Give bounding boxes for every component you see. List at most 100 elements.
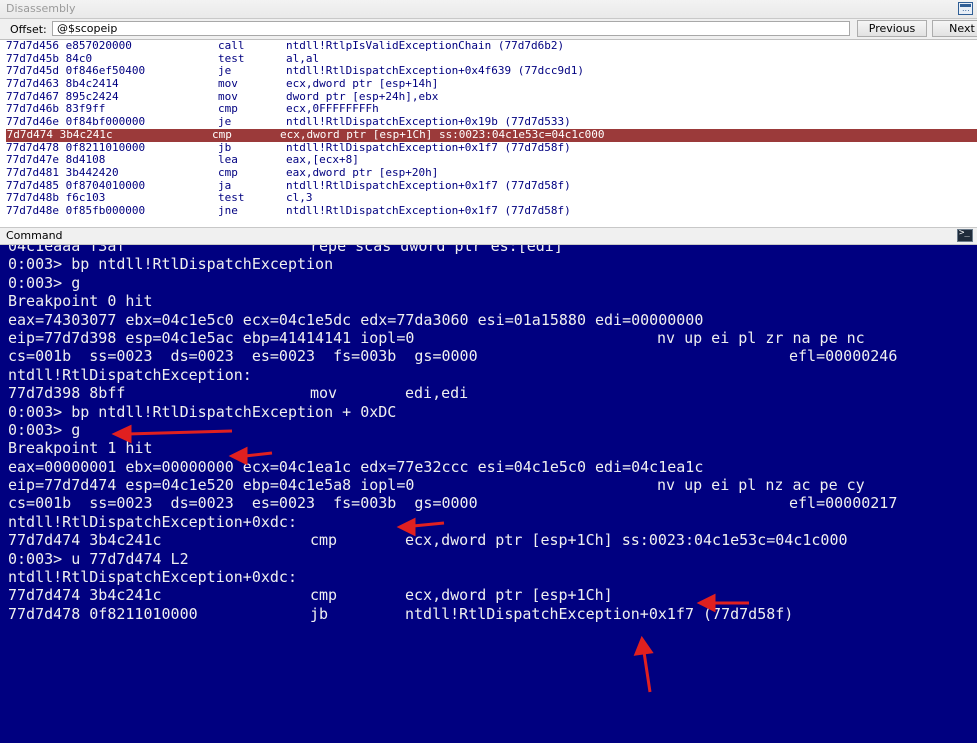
command-text: repe scas dword ptr es:[edi] (310, 245, 563, 255)
command-text: 0:003> g (8, 273, 81, 292)
command-line: eax=00000001 ebx=00000000 ecx=04c1ea1c e… (0, 458, 977, 476)
command-text: mov (310, 384, 338, 403)
command-line: 77d7d398 8bff mov edi,edi (0, 384, 977, 402)
disassembly-address: 77d7d46e 0f84bf000000 (6, 115, 146, 129)
disassembly-mnemonic: jne (218, 203, 238, 216)
offset-input[interactable] (52, 21, 850, 36)
command-text: 0:003> bp ntdll!RtlDispatchException (8, 255, 334, 274)
command-text: eax=00000001 ebx=00000000 ecx=04c1ea1c e… (8, 457, 704, 476)
command-text: Breakpoint 1 hit (8, 439, 153, 458)
command-text: cmp (310, 531, 338, 550)
command-window: Command 04c1eaaa f3af repe scas dword ptr… (0, 227, 977, 743)
disassembly-address: 77d7d481 3b442420 (6, 165, 119, 179)
disassembly-title: Disassembly (6, 2, 76, 15)
command-line: ntdll!RtlDispatchException+0xdc: (0, 568, 977, 586)
command-text: ntdll!RtlDispatchException+0xdc: (8, 568, 297, 587)
command-text: ntdll!RtlDispatchException+0x1f7 (77d7d5… (405, 604, 794, 623)
command-line: Breakpoint 0 hit (0, 292, 977, 310)
command-text: 77d7d474 3b4c241c (8, 586, 162, 605)
disassembly-row[interactable]: 77d7d47e 8d4108 lea eax,[ecx+8] (6, 153, 977, 167)
command-text: Breakpoint 0 hit (8, 292, 153, 311)
command-line: 0:003> bp ntdll!RtlDispatchException (0, 255, 977, 273)
command-text: 77d7d478 0f8211010000 (8, 604, 198, 623)
disassembly-operand: eax,[ecx+8] (286, 153, 359, 167)
disassembly-operand: ecx,dword ptr [esp+14h] (286, 77, 439, 91)
command-text: eip=77d7d474 esp=04c1e520 ebp=04c1e5a8 i… (8, 476, 415, 495)
command-output[interactable]: 04c1eaaa f3af repe scas dword ptr es:[edi… (0, 245, 977, 743)
command-text: eip=77d7d398 esp=04c1e5ac ebp=41414141 i… (8, 328, 415, 347)
disassembly-mnemonic: cmp (212, 127, 232, 141)
disassembly-address: 77d7d463 8b4c2414 (6, 77, 119, 91)
command-text: 04c1eaaa f3af (8, 245, 126, 255)
disassembly-operand: eax,dword ptr [esp+20h] (286, 165, 439, 179)
disassembly-row[interactable]: 77d7d46e 0f84bf000000 je ntdll!RtlDispatch… (6, 115, 977, 129)
command-line: 77d7d478 0f8211010000 jb ntdll!RtlDispatch… (0, 605, 977, 623)
command-line: 0:003> g (0, 421, 977, 439)
disassembly-operand: ntdll!RtlDispatchException+0x1f7 (77d7d5… (286, 178, 571, 192)
next-button[interactable]: Next (932, 20, 977, 37)
disassembly-row[interactable]: 77d7d456 e857020000 call ntdll!RtlpIsValid… (6, 40, 977, 53)
command-text: 77d7d398 8bff (8, 384, 126, 403)
disassembly-row[interactable]: 77d7d485 0f8704010000 ja ntdll!RtlDispatch… (6, 178, 977, 193)
command-text: 0:003> u 77d7d474 L2 (8, 549, 189, 568)
disassembly-address: 77d7d456 e857020000 (6, 40, 132, 52)
command-line: ntdll!RtlDispatchException+0xdc: (0, 513, 977, 531)
disassembly-row-current[interactable]: 77d7d474 3b4c241c cmp ecx,dword ptr [esp+1… (6, 127, 977, 142)
command-text: eax=74303077 ebx=04c1e5c0 ecx=04c1e5dc e… (8, 310, 704, 329)
disassembly-mnemonic: lea (218, 153, 238, 167)
command-line: 0:003> bp ntdll!RtlDispatchException + 0… (0, 403, 977, 421)
disassembly-mnemonic: call (218, 40, 245, 52)
disassembly-toolbar: Offset: Previous Next (0, 19, 977, 40)
command-text: ecx,dword ptr [esp+1Ch] ss:0023:04c1e53c… (405, 531, 848, 550)
command-text: ecx,dword ptr [esp+1Ch] (405, 586, 613, 605)
command-line: 04c1eaaa f3af repe scas dword ptr es:[edi… (0, 245, 977, 255)
disassembly-address: 77d7d474 3b4c241c (6, 127, 113, 141)
command-text: jb (310, 604, 329, 623)
disassembly-row[interactable]: 77d7d478 0f8211010000 jb ntdll!RtlDispatch… (6, 141, 977, 155)
command-line: eip=77d7d474 esp=04c1e520 ebp=04c1e5a8 i… (0, 476, 977, 494)
command-line: eax=74303077 ebx=04c1e5c0 ecx=04c1e5dc e… (0, 311, 977, 329)
command-line: 0:003> u 77d7d474 L2 (0, 550, 977, 568)
disassembly-address: 77d7d47e 8d4108 (6, 153, 106, 167)
console-icon[interactable] (957, 228, 973, 242)
command-line: 77d7d474 3b4c241c cmp ecx,dword ptr [esp+1… (0, 531, 977, 549)
command-text: efl=00000246 (789, 347, 898, 366)
disassembly-listing[interactable]: 77d7d456 e857020000 call ntdll!RtlpIsValid… (6, 40, 977, 216)
window-menu-icon[interactable] (958, 2, 973, 15)
command-line: 0:003> g (0, 274, 977, 292)
disassembly-row[interactable]: 77d7d467 895c2424 mov dword ptr [esp+24h],… (6, 90, 977, 104)
disassembly-address: 77d7d48e 0f85fb000000 (6, 203, 146, 216)
disassembly-operand: ntdll!RtlpIsValidExceptionChain (77d7d6b… (286, 40, 565, 52)
command-text: cs=001b ss=0023 ds=0023 es=0023 fs=003b … (8, 494, 478, 513)
command-text: efl=00000217 (789, 494, 898, 513)
disassembly-mnemonic: cmp (218, 165, 238, 179)
command-text: cs=001b ss=0023 ds=0023 es=0023 fs=003b … (8, 347, 478, 366)
disassembly-row[interactable]: 77d7d481 3b442420 cmp eax,dword ptr [esp+2… (6, 165, 977, 180)
command-text: nv up ei pl zr na pe nc (657, 328, 865, 347)
disassembly-mnemonic: mov (218, 77, 238, 91)
command-text: nv up ei pl nz ac pe cy (657, 476, 865, 495)
disassembly-row[interactable]: 77d7d463 8b4c2414 mov ecx,dword ptr [esp+1… (6, 77, 977, 91)
command-titlebar: Command (0, 228, 977, 245)
command-text: cmp (310, 586, 338, 605)
disassembly-operand: ntdll!RtlDispatchException+0x1f7 (77d7d5… (286, 203, 571, 216)
command-text: ntdll!RtlDispatchException: (8, 365, 252, 384)
command-text: 0:003> bp ntdll!RtlDispatchException + 0… (8, 402, 397, 421)
command-text: edi,edi (405, 384, 469, 403)
disassembly-window: Disassembly Offset: Previous Next 77d7d4… (0, 0, 977, 216)
disassembly-row[interactable]: 77d7d48e 0f85fb000000 jne ntdll!RtlDispatc… (6, 203, 977, 216)
offset-label: Offset: (10, 23, 47, 36)
disassembly-operand: ecx,dword ptr [esp+1Ch] ss:0023:04c1e53c… (280, 127, 605, 141)
command-line: Breakpoint 1 hit (0, 439, 977, 457)
command-line: eip=77d7d398 esp=04c1e5ac ebp=41414141 i… (0, 329, 977, 347)
command-line: ntdll!RtlDispatchException: (0, 366, 977, 384)
command-line: cs=001b ss=0023 ds=0023 es=0023 fs=003b … (0, 347, 977, 365)
disassembly-operand: ntdll!RtlDispatchException+0x19b (77d7d5… (286, 115, 571, 129)
previous-button[interactable]: Previous (857, 20, 927, 37)
disassembly-row[interactable]: 77d7d45d 0f846ef50400 je ntdll!RtlDispatch… (6, 65, 977, 78)
command-title: Command (6, 229, 63, 242)
disassembly-mnemonic: je (218, 115, 232, 129)
command-text: ntdll!RtlDispatchException+0xdc: (8, 512, 297, 531)
disassembly-titlebar: Disassembly (0, 0, 977, 19)
command-text: 0:003> g (8, 420, 81, 439)
